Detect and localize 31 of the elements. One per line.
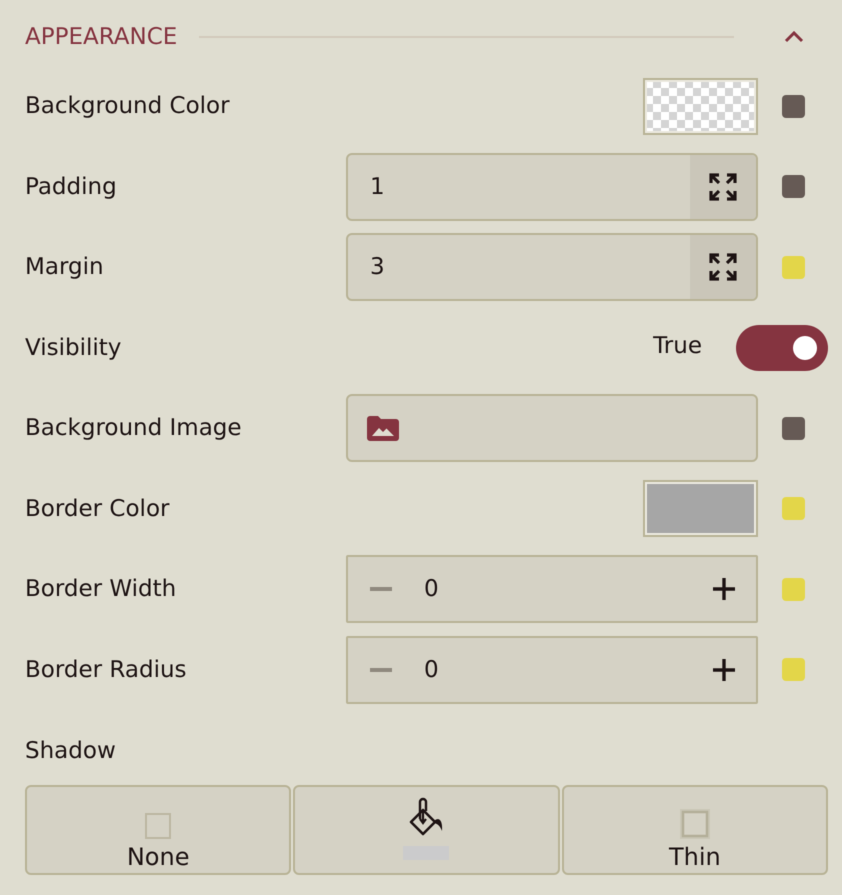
toggle-state-label: True [653, 332, 702, 361]
property-label: Border Color [25, 494, 170, 524]
shadow-option-button[interactable]: None [25, 785, 292, 875]
expand-arrows-icon [709, 172, 737, 201]
expand-button[interactable] [690, 235, 756, 300]
property-label: Background Color [25, 92, 231, 122]
number-field[interactable]: 1 [346, 152, 758, 221]
outlined-square-icon [680, 809, 710, 839]
expand-arrows-icon [709, 253, 737, 282]
number-field[interactable]: 3 [346, 233, 758, 302]
plus-icon[interactable] [713, 578, 735, 600]
section-title: APPEARANCE [25, 23, 178, 52]
property-label: Visibility [25, 334, 122, 363]
property-label: Shadow [25, 737, 116, 766]
color-swatch[interactable] [643, 480, 758, 538]
plus-icon[interactable] [713, 658, 735, 681]
toggle-switch[interactable] [736, 324, 828, 371]
property-label: Padding [25, 172, 118, 202]
image-folder-icon[interactable] [367, 416, 399, 441]
image-field[interactable] [346, 394, 758, 462]
stepper-field[interactable]: 0 [346, 636, 758, 704]
property-label: Margin [25, 253, 105, 282]
chevron-up-icon[interactable] [784, 31, 804, 43]
property-label: Background Image [25, 414, 243, 444]
empty-square-icon [145, 813, 172, 839]
property-label: Border Width [25, 575, 178, 604]
color-swatch[interactable] [643, 78, 758, 135]
expand-button[interactable] [690, 154, 756, 219]
stepper-field[interactable]: 0 [346, 555, 758, 624]
property-label: Border Radius [25, 656, 188, 685]
shadow-option-button[interactable]: Thin [562, 785, 828, 875]
